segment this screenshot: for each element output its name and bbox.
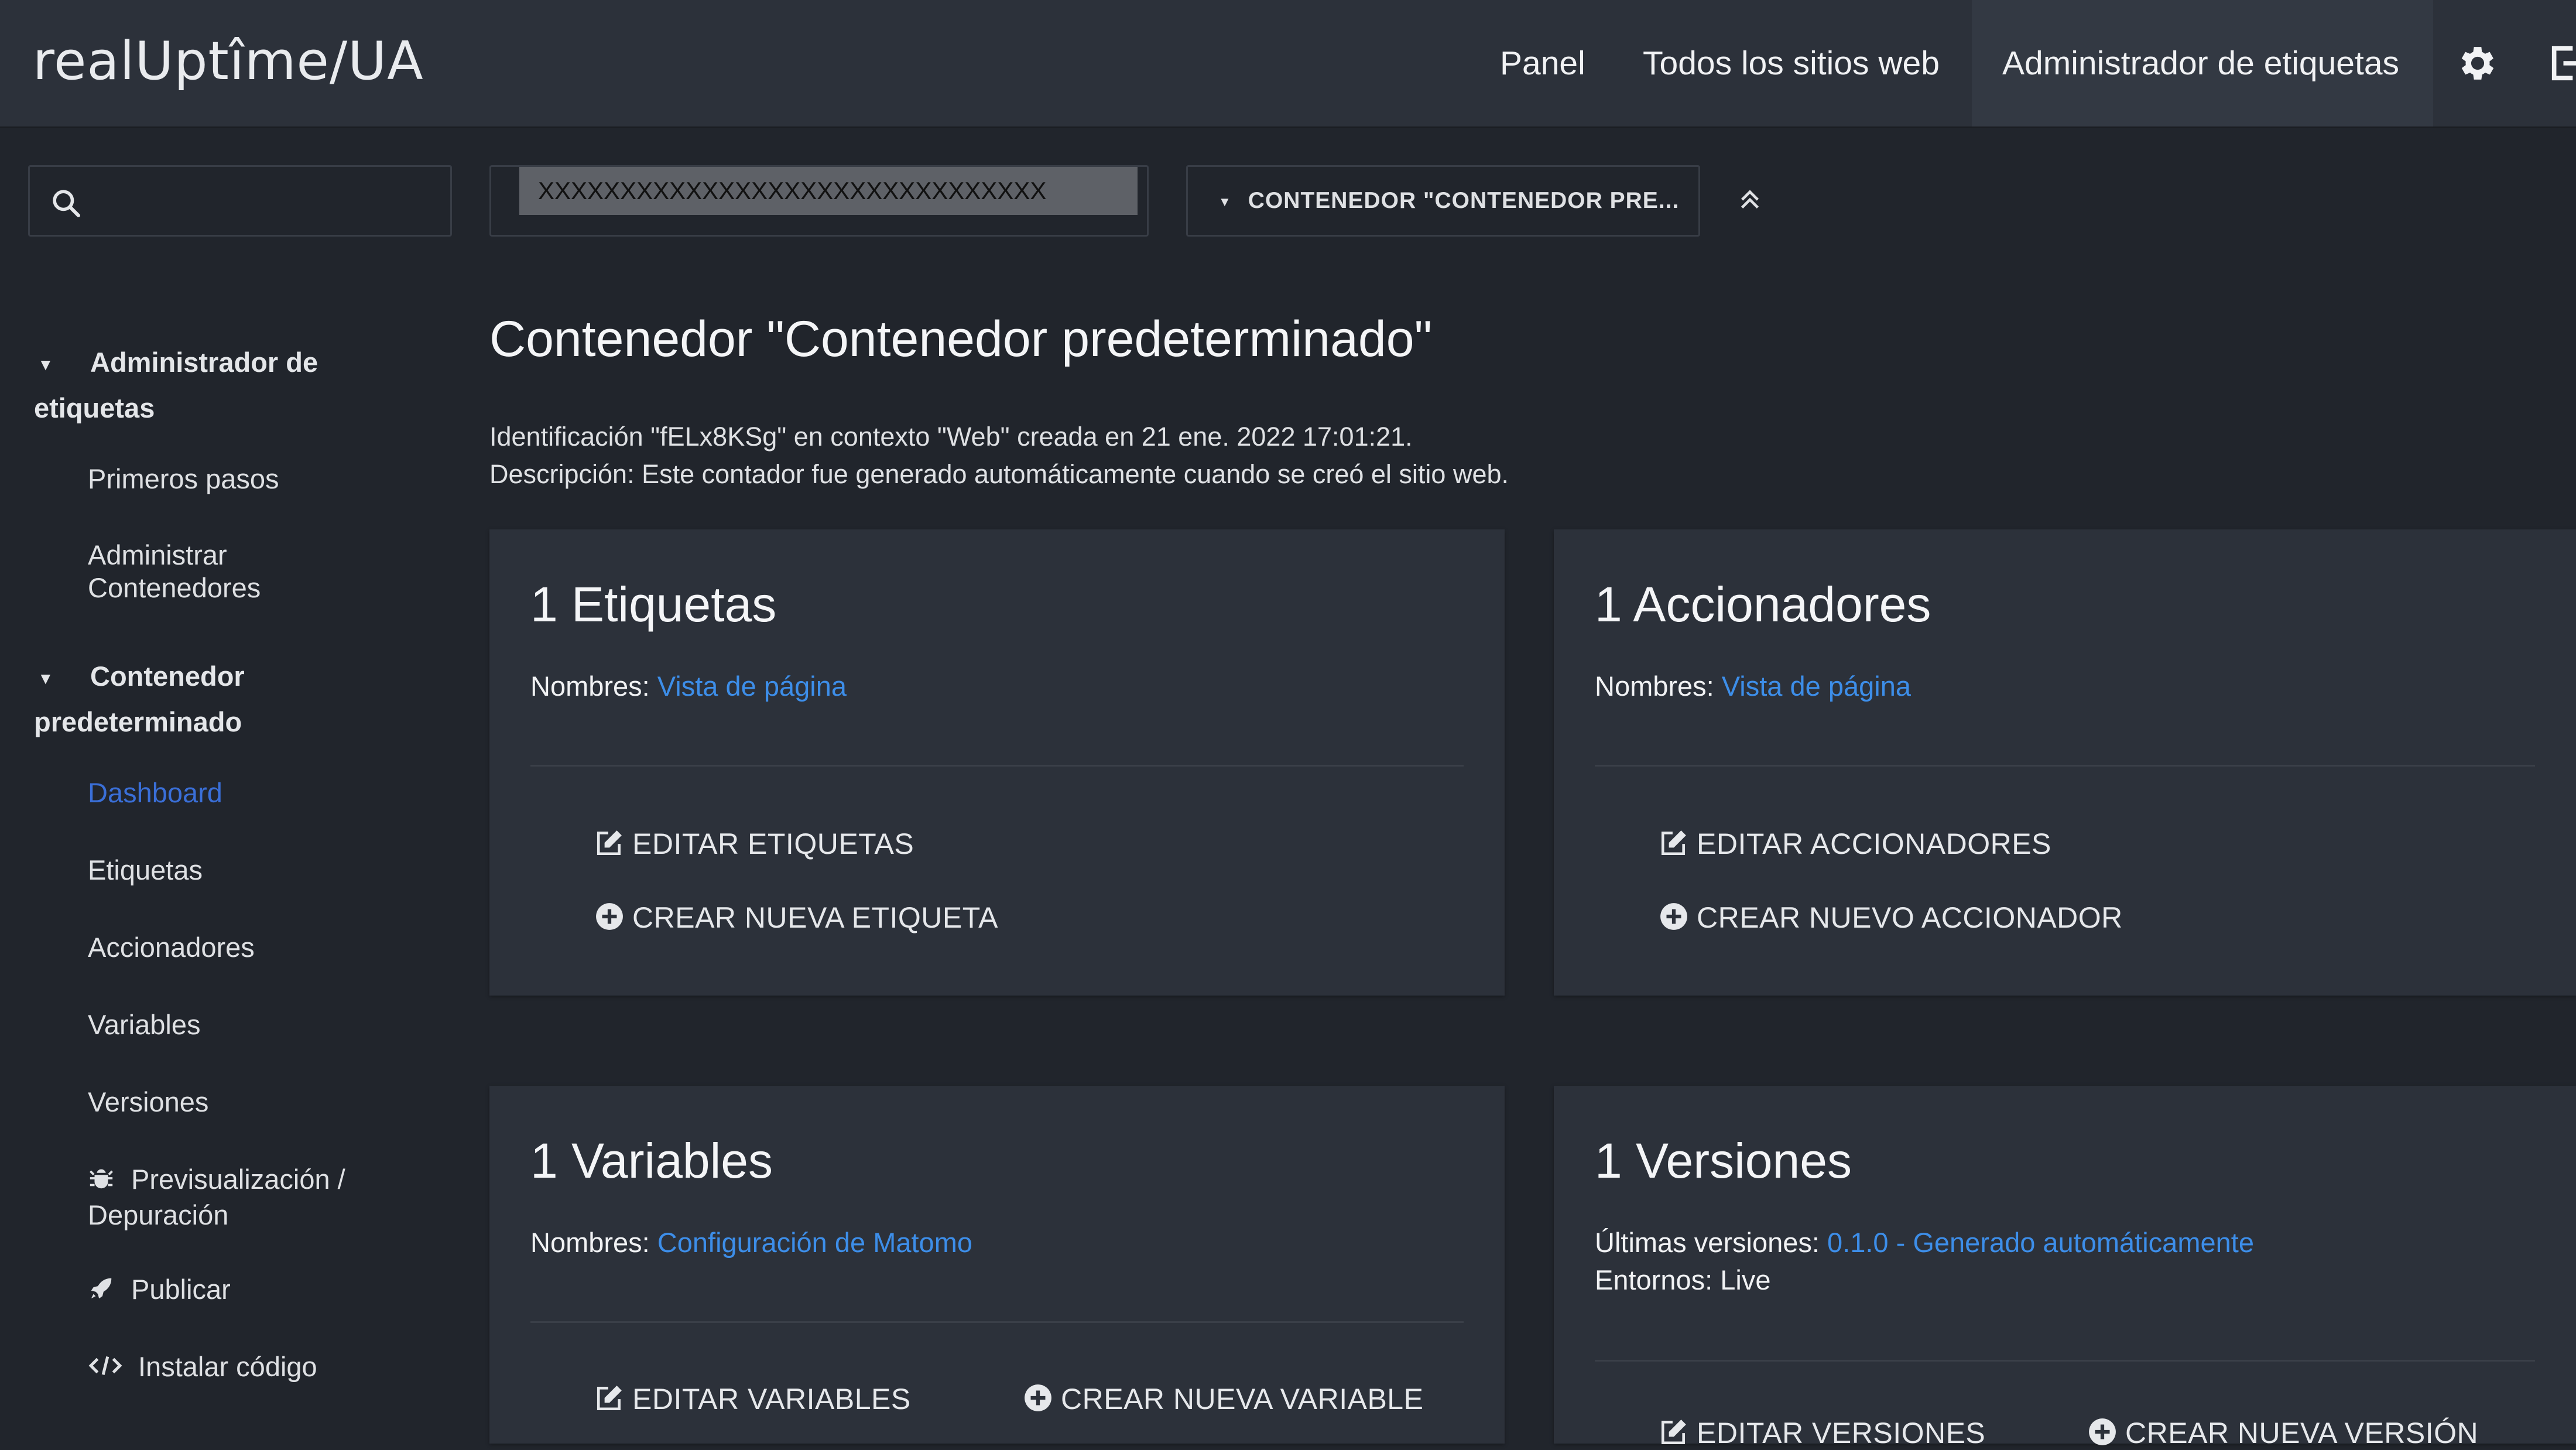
- sidebar-item-dashboard[interactable]: Dashboard: [88, 777, 416, 809]
- add-circle-icon: [596, 903, 623, 930]
- edit-tags-button[interactable]: EDITAR ETIQUETAS: [595, 827, 914, 861]
- sidebar-item-tags[interactable]: Etiquetas: [88, 854, 416, 887]
- triggers-card: 1 Accionadores Nombres: Vista de página …: [1554, 529, 2576, 996]
- edit-triggers-button[interactable]: EDITAR ACCIONADORES: [1659, 827, 2051, 861]
- sidebar-section-default-container[interactable]: ▼ Contenedor predeterminado: [34, 655, 397, 744]
- create-variable-button[interactable]: CREAR NUEVA VARIABLE: [1023, 1382, 1423, 1416]
- edit-icon: [1661, 830, 1686, 856]
- gear-icon[interactable]: [2455, 41, 2500, 86]
- edit-icon: [597, 1386, 622, 1411]
- add-circle-icon: [1660, 903, 1687, 930]
- sidebar-item-versions[interactable]: Versiones: [88, 1086, 416, 1119]
- page-title: Contenedor "Contenedor predeterminado": [489, 311, 1433, 367]
- trigger-link-page-view[interactable]: Vista de página: [1722, 671, 1911, 702]
- variables-card: 1 Variables Nombres: Configuración de Ma…: [489, 1086, 1505, 1444]
- top-navigation-bar: realUptîme/UA Panel Todos los sitios web…: [0, 0, 2576, 128]
- rocket-icon: [88, 1275, 131, 1309]
- divider: [1595, 1360, 2535, 1362]
- sidebar-section-tag-manager[interactable]: ▼ Administrador de etiquetas: [34, 341, 409, 430]
- sidebar-item-install-code[interactable]: Instalar código: [88, 1350, 416, 1386]
- caret-down-icon: ▼: [37, 355, 54, 374]
- versions-card: 1 Versiones Últimas versiones: 0.1.0 - G…: [1554, 1086, 2576, 1449]
- sidebar-item-preview-debug[interactable]: Previsualización / Depuración: [88, 1163, 392, 1232]
- divider: [530, 1321, 1464, 1323]
- caret-down-icon: ▼: [1218, 194, 1232, 209]
- nav-all-websites[interactable]: Todos los sitios web: [1612, 0, 1970, 126]
- site-selector-value: XXXXXXXXXXXXXXXXXXXXXXXXXXXXXXX: [519, 167, 1138, 215]
- sidebar-item-triggers[interactable]: Accionadores: [88, 931, 416, 964]
- sidebar-search[interactable]: [28, 165, 452, 237]
- tags-count-title: 1 Etiquetas: [530, 577, 777, 632]
- code-icon: [88, 1352, 138, 1386]
- versions-latest: Últimas versiones: 0.1.0 - Generado auto…: [1595, 1227, 2254, 1258]
- environment-value: Live: [1720, 1264, 1771, 1295]
- sidebar-item-manage-containers[interactable]: Administrar Contenedores: [88, 539, 310, 604]
- add-circle-icon: [2089, 1418, 2116, 1445]
- triggers-names: Nombres: Vista de página: [1595, 671, 1911, 702]
- container-id-info: Identificación "fELx8KSg" en contexto "W…: [489, 422, 1413, 452]
- tag-link-page-view[interactable]: Vista de página: [657, 671, 847, 702]
- edit-icon: [597, 830, 622, 856]
- edit-variables-button[interactable]: EDITAR VARIABLES: [595, 1382, 911, 1416]
- divider: [530, 765, 1464, 767]
- edit-versions-button[interactable]: EDITAR VERSIONES: [1659, 1416, 1985, 1450]
- edit-icon: [1661, 1420, 1686, 1445]
- container-selector[interactable]: ▼ CONTENEDOR "CONTENEDOR PRE...: [1186, 165, 1700, 237]
- tags-names: Nombres: Vista de página: [530, 671, 847, 702]
- create-trigger-button[interactable]: CREAR NUEVO ACCIONADOR: [1659, 901, 2123, 935]
- sidebar-item-variables[interactable]: Variables: [88, 1008, 416, 1041]
- add-circle-icon: [1025, 1384, 1051, 1411]
- variables-names: Nombres: Configuración de Matomo: [530, 1227, 972, 1258]
- divider: [1595, 765, 2535, 767]
- container-description: Descripción: Este contador fue generado …: [489, 459, 1509, 489]
- create-version-button[interactable]: CREAR NUEVA VERSIÓN: [2088, 1416, 2478, 1450]
- site-selector[interactable]: XXXXXXXXXXXXXXXXXXXXXXXXXXXXXXX: [489, 165, 1149, 237]
- nav-panel[interactable]: Panel: [1469, 0, 1616, 126]
- create-tag-button[interactable]: CREAR NUEVA ETIQUETA: [595, 901, 998, 935]
- search-icon: [53, 190, 81, 218]
- triggers-count-title: 1 Accionadores: [1595, 577, 1931, 632]
- variables-count-title: 1 Variables: [530, 1133, 773, 1188]
- version-link-latest[interactable]: 0.1.0 - Generado automáticamente: [1827, 1227, 2254, 1258]
- bug-icon: [88, 1165, 131, 1199]
- tags-card: 1 Etiquetas Nombres: Vista de página EDI…: [489, 529, 1505, 996]
- collapse-icon[interactable]: [1736, 186, 1763, 213]
- versions-environments: Entornos: Live: [1595, 1264, 1771, 1295]
- caret-down-icon: ▼: [37, 669, 54, 688]
- variable-link-matomo-config[interactable]: Configuración de Matomo: [657, 1227, 972, 1258]
- versions-count-title: 1 Versiones: [1595, 1133, 1852, 1188]
- sidebar-item-getting-started[interactable]: Primeros pasos: [88, 463, 416, 495]
- search-input[interactable]: [94, 179, 436, 225]
- logout-icon[interactable]: [2547, 41, 2576, 86]
- sidebar-item-publish[interactable]: Publicar: [88, 1273, 416, 1309]
- app-logo[interactable]: realUptîme/UA: [33, 30, 424, 92]
- nav-tag-manager[interactable]: Administrador de etiquetas: [1972, 0, 2433, 126]
